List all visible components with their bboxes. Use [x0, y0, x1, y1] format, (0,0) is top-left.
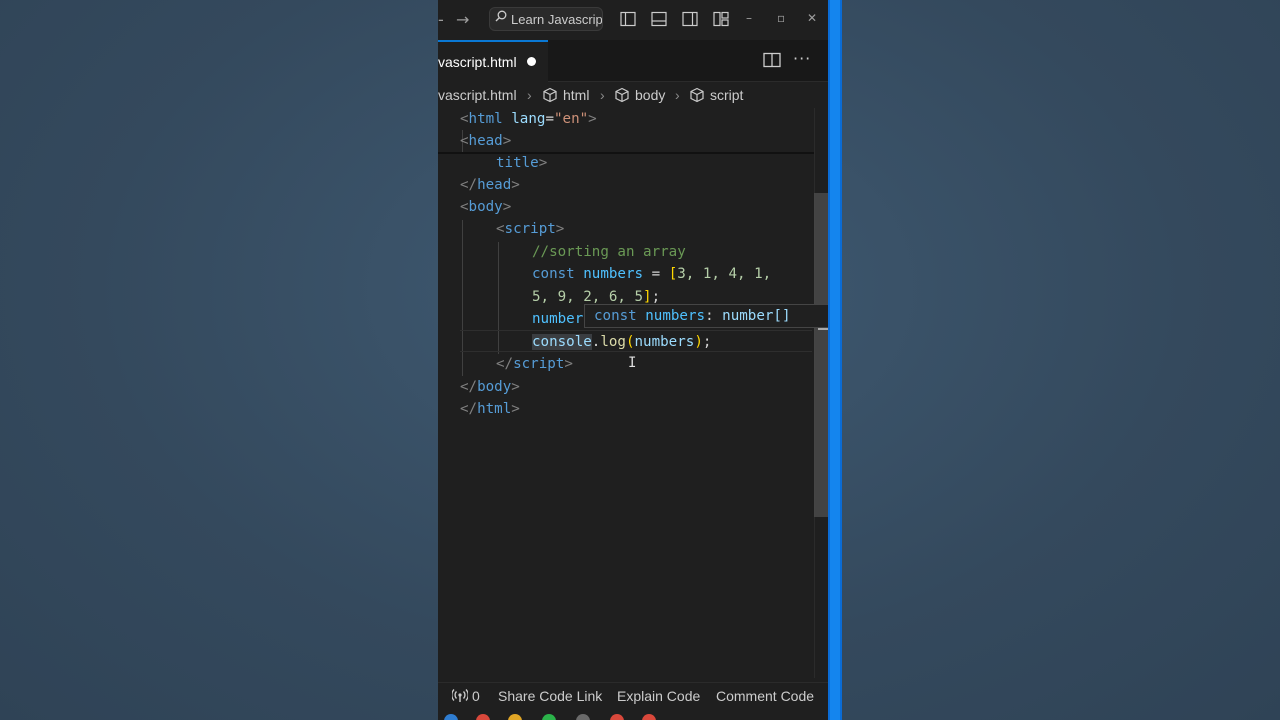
symbol-element-icon	[615, 87, 629, 103]
symbol-element-icon	[690, 87, 704, 103]
code-line: //sorting an array	[532, 244, 686, 260]
command-center-search[interactable]: Learn Javascrip	[489, 7, 603, 31]
explain-code-button[interactable]: Explain Code	[617, 688, 700, 704]
sticky-scroll-shadow	[438, 152, 814, 154]
share-code-link-button[interactable]: Share Code Link	[498, 688, 602, 704]
code-line: title>	[496, 155, 548, 171]
code-line: <body>	[460, 199, 512, 215]
more-actions-icon[interactable]: ···	[793, 49, 811, 68]
code-line: const numbers = [3, 1, 4, 1,	[532, 266, 772, 282]
breadcrumb-body[interactable]: body	[635, 87, 665, 103]
breadcrumb-script[interactable]: script	[710, 87, 743, 103]
app-taskbar-icon[interactable]	[576, 714, 590, 720]
breadcrumb-file[interactable]: vascript.html	[438, 87, 517, 103]
code-line: <html lang="en">	[460, 111, 597, 127]
ports-antenna-icon[interactable]	[452, 689, 468, 703]
status-bar: 0 Share Code Link Explain Code Comment C…	[438, 682, 828, 710]
minimize-icon[interactable]: –	[746, 11, 752, 25]
title-bar: ‐ → Learn Javascrip – ▫ ✕	[438, 0, 828, 40]
back-arrow-icon[interactable]: ‐	[438, 10, 444, 29]
toggle-panel-icon[interactable]	[651, 11, 667, 27]
chevron-right-icon: ›	[527, 87, 532, 103]
code-editor[interactable]: <html lang="en"> <head> title> </head> <…	[438, 108, 814, 678]
hover-type-tooltip: const numbers: number[]	[584, 304, 830, 328]
chrome-taskbar-icon[interactable]	[610, 714, 624, 720]
code-line: console.log(numbers);	[532, 334, 712, 350]
indent-guide	[462, 220, 463, 376]
forward-arrow-icon[interactable]: →	[456, 10, 469, 29]
ports-count[interactable]: 0	[472, 688, 480, 704]
code-line: </body>	[460, 379, 520, 395]
code-line: </html>	[460, 401, 520, 417]
customize-layout-icon[interactable]	[713, 11, 729, 27]
close-icon[interactable]: ✕	[807, 11, 817, 25]
split-editor-icon[interactable]	[763, 52, 781, 68]
text-cursor-ibeam-icon: I	[628, 355, 637, 371]
code-line: <head>	[460, 133, 512, 149]
unsaved-dot-icon[interactable]	[527, 57, 536, 66]
breadcrumb: vascript.html › html › body › script	[438, 84, 828, 108]
vscode-taskbar-icon[interactable]	[444, 714, 458, 720]
chevron-right-icon: ›	[675, 87, 680, 103]
editor-tab-bar: vascript.html ···	[438, 40, 828, 82]
code-line: </head>	[460, 177, 520, 193]
tab-javascript-html[interactable]: vascript.html	[438, 40, 548, 82]
code-line: </script>	[496, 356, 573, 372]
breadcrumb-html[interactable]: html	[563, 87, 589, 103]
toggle-primary-sidebar-icon[interactable]	[620, 11, 636, 27]
chrome-taskbar-icon[interactable]	[476, 714, 490, 720]
code-line: number	[532, 311, 584, 327]
chevron-right-icon: ›	[600, 87, 605, 103]
chrome-taskbar-icon[interactable]	[642, 714, 656, 720]
maximize-icon[interactable]: ▫	[777, 11, 785, 25]
desktop-edge	[828, 0, 842, 720]
whatsapp-taskbar-icon[interactable]	[542, 714, 556, 720]
code-line: <script>	[496, 221, 565, 237]
scrollbar-thumb[interactable]	[814, 193, 828, 517]
symbol-element-icon	[543, 87, 557, 103]
tab-label: vascript.html	[438, 54, 517, 70]
toggle-secondary-sidebar-icon[interactable]	[682, 11, 698, 27]
search-text: Learn Javascrip	[511, 12, 603, 27]
search-icon	[495, 10, 507, 22]
folder-taskbar-icon[interactable]	[508, 714, 522, 720]
desktop-edge-highlight	[830, 0, 840, 720]
comment-code-button[interactable]: Comment Code	[716, 688, 814, 704]
taskbar-strip	[438, 710, 828, 720]
